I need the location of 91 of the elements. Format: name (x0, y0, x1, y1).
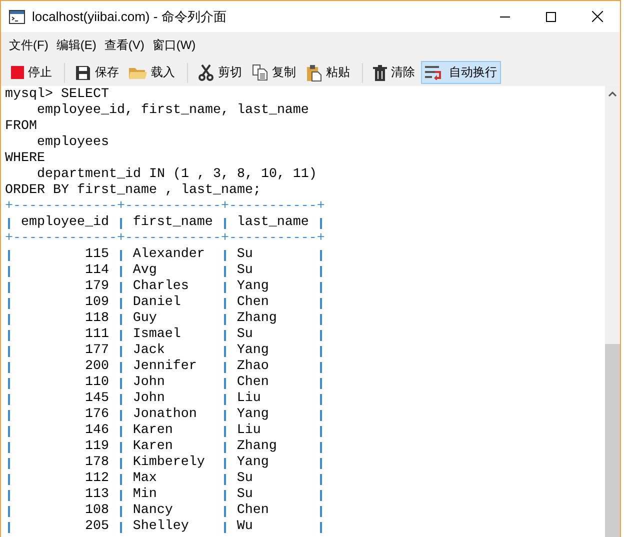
table-cell-text: Yang (236, 279, 270, 295)
table-cell-text: 112 (84, 471, 110, 487)
table-cell-text: 146 (84, 423, 110, 439)
table-cell-text: 115 (84, 247, 110, 263)
scroll-up-icon[interactable] (608, 91, 617, 97)
table-cell-text: Yang (236, 407, 270, 423)
scrollbar[interactable] (605, 86, 620, 537)
table-border: +-------------+------------+-----------+ (5, 231, 326, 247)
menu-item[interactable]: 文件(F) (5, 35, 52, 56)
table-cell-text: 176 (84, 407, 110, 423)
table-cell-text: Max (132, 471, 158, 487)
table-cell-text: Wu (236, 519, 254, 535)
table-cell-text: 113 (84, 487, 110, 503)
query-line: employees (36, 135, 110, 151)
table-cell-text: Daniel (132, 295, 182, 311)
table-cell-text: Liu (236, 391, 262, 407)
table-cell-text: Karen (132, 439, 174, 455)
toolbar-button[interactable]: 自动换行 (421, 61, 501, 84)
column-header: last_name (236, 215, 310, 231)
table-cell-text: Zhao (236, 359, 270, 375)
table-cell-text: Su (236, 471, 254, 487)
query-line: WHERE (5, 151, 46, 167)
table-cell-text: Alexander (132, 247, 206, 263)
window-title: localhost(yiibai.com) - 命令列介面 (32, 8, 228, 26)
scissors-icon (198, 64, 214, 81)
query-line: mysql> SELECT (5, 87, 110, 103)
table-cell-text: Yang (236, 455, 270, 471)
menu-item[interactable]: 查看(V) (100, 35, 148, 56)
table-cell-text: Liu (236, 423, 262, 439)
copy-icon (252, 64, 268, 81)
table-cell-text: Yang (236, 343, 270, 359)
close-icon (592, 11, 602, 22)
table-cell-text: 109 (84, 295, 110, 311)
table-cell-text: Zhang (236, 439, 278, 455)
save-icon (75, 64, 91, 80)
table-cell-text: 179 (84, 279, 110, 295)
table-cell-text: Karen (132, 423, 174, 439)
table-cell-text: 178 (84, 455, 110, 471)
table-cell-text: Su (236, 327, 254, 343)
menu-item[interactable]: 编辑(E) (52, 35, 100, 56)
table-cell-text: Chen (236, 375, 270, 391)
table-cell-text: Chen (236, 295, 270, 311)
menu-item[interactable]: 窗口(W) (148, 35, 200, 56)
table-cell-text: Kimberely (132, 455, 206, 471)
query-line: department_id IN (1 , 3, 8, 10, 11) (36, 167, 318, 183)
table-cell-text: 118 (84, 311, 110, 327)
console-icon (9, 10, 25, 24)
toolbar-button[interactable]: 停止 (7, 61, 56, 84)
table-cell-text: Jennifer (132, 359, 198, 375)
table-border: +-------------+------------+-----------+ (5, 199, 326, 215)
table-cell-text: 114 (84, 263, 110, 279)
query-line: FROM (5, 119, 38, 135)
toolbar-button[interactable]: 保存 (71, 61, 123, 84)
table-cell-text: Su (236, 263, 254, 279)
table-cell-text: John (132, 375, 166, 391)
toolbar-button[interactable]: 剪切 (194, 61, 246, 84)
query-line: ORDER BY first_name , last_name; (5, 183, 262, 199)
table-cell-text: 200 (84, 359, 110, 375)
table-cell-text: Ismael (132, 327, 182, 343)
table-cell-text: Zhang (236, 311, 278, 327)
query-line: employee_id, first_name, last_name (36, 103, 310, 119)
table-cell-text: Jonathon (132, 407, 198, 423)
table-cell-text: 111 (84, 327, 110, 343)
table-cell-text: 205 (84, 519, 110, 535)
table-cell-text: Min (132, 487, 158, 503)
table-cell-text: Charles (132, 279, 190, 295)
toolbar-button[interactable]: 清除 (369, 61, 419, 84)
table-cell-text: Su (236, 247, 254, 263)
stop-icon (11, 66, 24, 79)
table-cell-text: 177 (84, 343, 110, 359)
table-cell-text: John (132, 391, 166, 407)
table-cell-text: Nancy (132, 503, 174, 519)
table-cell-text: Avg (132, 263, 158, 279)
column-header: employee_id (20, 215, 110, 231)
table-cell-text: 119 (84, 439, 110, 455)
table-cell-text: 108 (84, 503, 110, 519)
toolbar-button[interactable]: 复制 (248, 61, 300, 84)
table-cell-text: Jack (132, 343, 166, 359)
maximize-icon (546, 12, 556, 22)
table-cell-text: Guy (132, 311, 158, 327)
table-cell-text: Chen (236, 503, 270, 519)
toolbar-button[interactable]: 粘贴 (302, 61, 354, 84)
column-header: first_name (132, 215, 214, 231)
folder-icon (129, 66, 147, 80)
table-cell-text: Su (236, 487, 254, 503)
clipboard-icon (306, 64, 322, 82)
table-cell-text: 145 (84, 391, 110, 407)
table-cell-text: 110 (84, 375, 110, 391)
trash-icon (373, 64, 387, 80)
toolbar-button[interactable]: 载入 (125, 61, 179, 84)
table-cell-text: Shelley (132, 519, 190, 535)
